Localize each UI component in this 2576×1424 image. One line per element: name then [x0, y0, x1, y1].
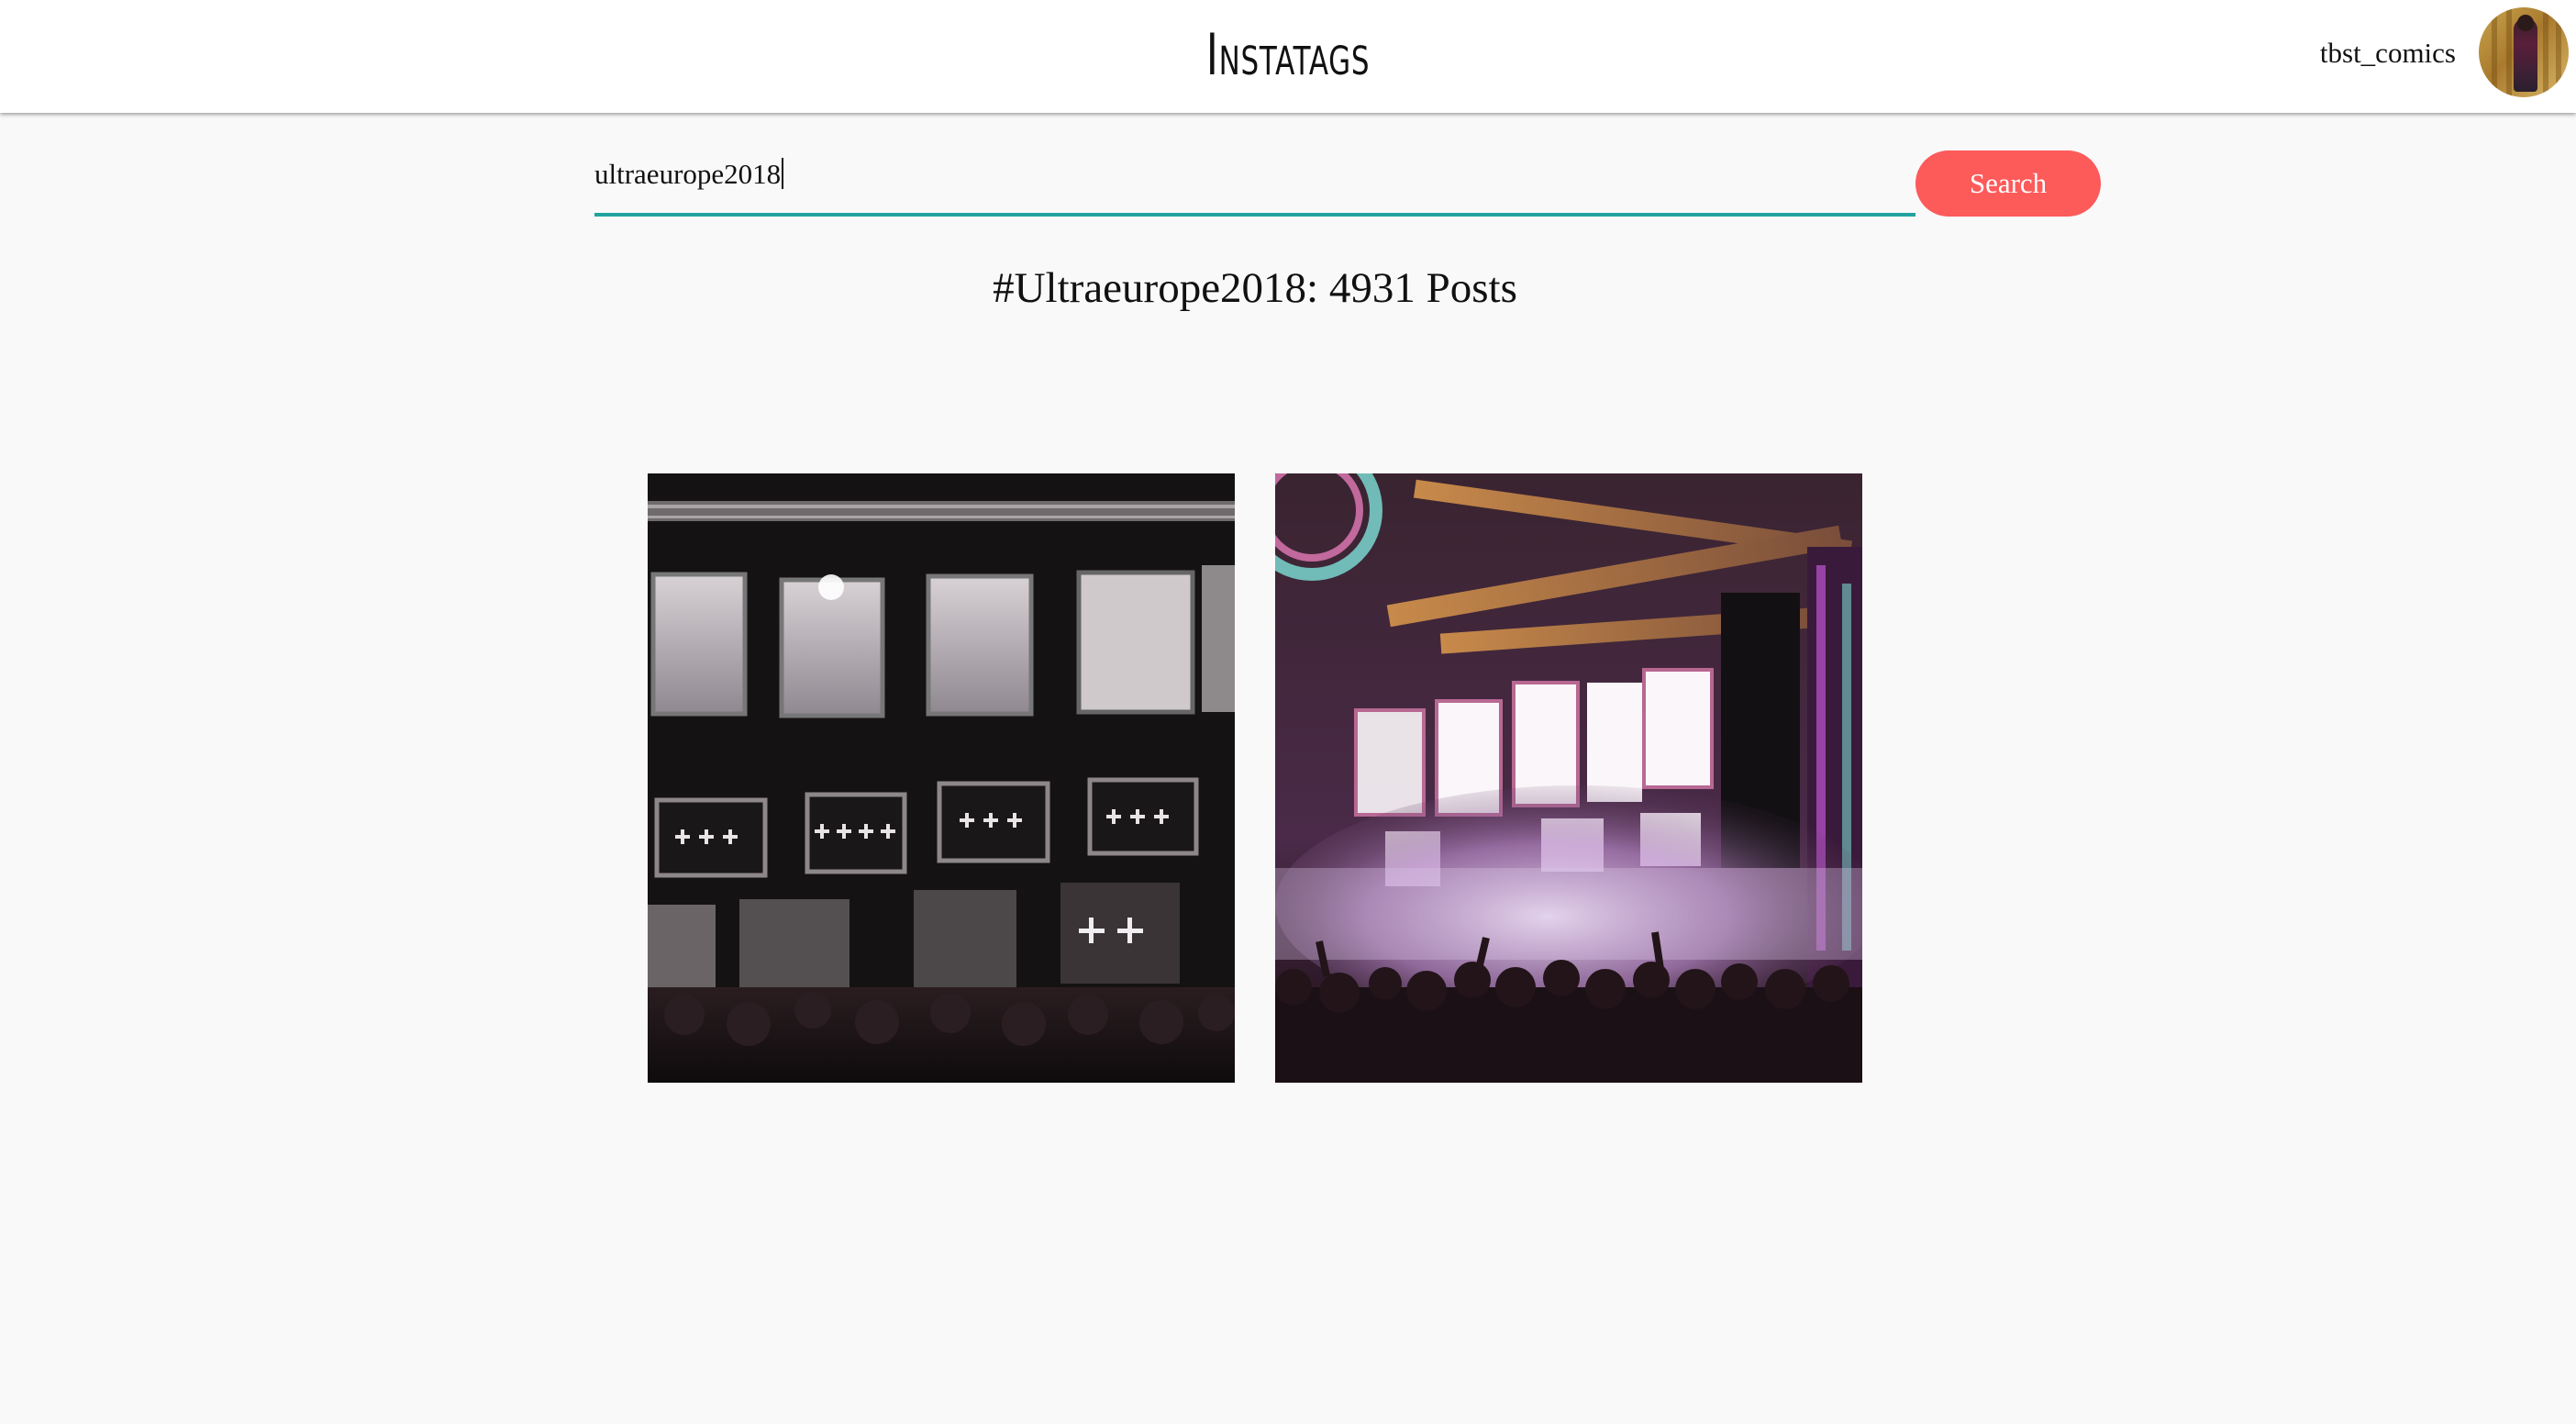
- results-heading: #Ultraeurope2018: 4931 Posts: [993, 264, 1517, 312]
- search-bar: ultraeurope2018: [594, 147, 1915, 217]
- search-input[interactable]: [594, 147, 1915, 217]
- username-label[interactable]: tbst_comics: [2320, 35, 2456, 72]
- app-logo[interactable]: Instatags: [361, 9, 2215, 101]
- post-thumbnail[interactable]: [1275, 473, 1862, 1083]
- text-caret: [782, 158, 784, 189]
- post-thumbnail[interactable]: [648, 473, 1235, 1083]
- post-image-stage-screens: [648, 473, 1235, 1083]
- post-image-colorful-stage: [1275, 473, 1862, 1083]
- avatar[interactable]: [2479, 7, 2569, 97]
- avatar-figure: [2514, 15, 2537, 92]
- search-input-value-wrap: ultraeurope2018: [594, 156, 784, 193]
- search-button[interactable]: Search: [1915, 150, 2101, 217]
- top-header: Instatags tbst_comics: [0, 0, 2576, 113]
- search-input-value: ultraeurope2018: [594, 158, 782, 190]
